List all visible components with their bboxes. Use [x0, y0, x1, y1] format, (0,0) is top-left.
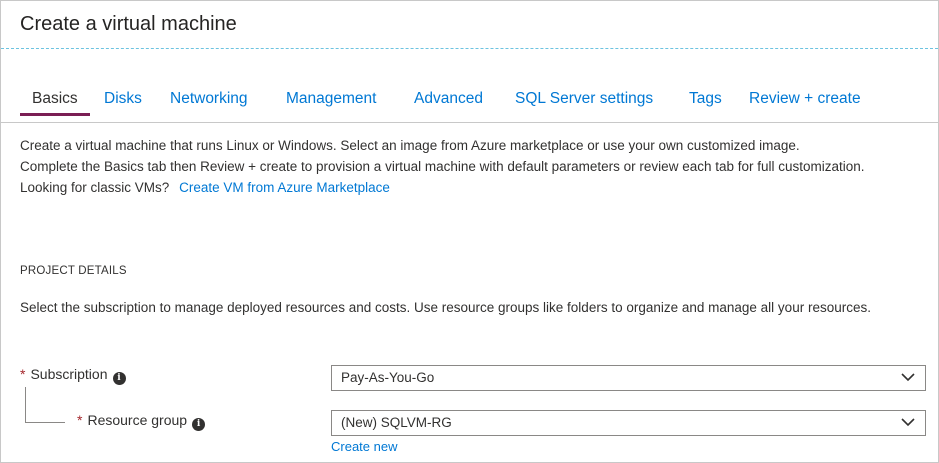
- classic-vm-prompt: Looking for classic VMs?: [20, 180, 170, 195]
- tab-tags[interactable]: Tags: [677, 88, 734, 116]
- tab-divider: [1, 122, 938, 123]
- resource-group-dropdown[interactable]: (New) SQLVM-RG: [331, 410, 926, 436]
- tree-connector: [25, 387, 65, 423]
- tab-review-create[interactable]: Review + create: [737, 88, 873, 116]
- chevron-down-icon: [901, 418, 915, 427]
- tab-sql-server-settings[interactable]: SQL Server settings: [503, 88, 665, 116]
- info-icon[interactable]: i: [112, 372, 126, 385]
- subscription-value: Pay-As-You-Go: [341, 370, 435, 385]
- create-vm-blade: Create a virtual machine Basics Disks Ne…: [0, 0, 939, 463]
- project-details-heading: PROJECT DETAILS: [20, 265, 127, 277]
- tab-disks[interactable]: Disks: [92, 88, 154, 116]
- page-title: Create a virtual machine: [20, 13, 237, 35]
- create-vm-marketplace-link[interactable]: Create VM from Azure Marketplace: [179, 180, 390, 195]
- tab-management[interactable]: Management: [274, 88, 388, 116]
- tab-basics[interactable]: Basics: [20, 88, 90, 116]
- tab-advanced[interactable]: Advanced: [402, 88, 495, 116]
- intro-text: Create a virtual machine that runs Linux…: [20, 135, 925, 198]
- tab-networking[interactable]: Networking: [158, 88, 260, 116]
- resource-group-label: Resource group: [87, 412, 188, 428]
- info-icon[interactable]: i: [192, 418, 206, 431]
- subscription-dropdown[interactable]: Pay-As-You-Go: [331, 365, 926, 391]
- subscription-label-row: * Subscription i: [20, 366, 126, 385]
- required-marker: *: [77, 412, 83, 428]
- intro-line-2: Complete the Basics tab then Review + cr…: [20, 159, 865, 174]
- project-details-description: Select the subscription to manage deploy…: [20, 300, 871, 315]
- resource-group-label-row: * Resource group i: [77, 412, 206, 431]
- intro-line-1: Create a virtual machine that runs Linux…: [20, 138, 800, 153]
- create-new-resource-group-link[interactable]: Create new: [331, 439, 397, 454]
- resource-group-value: (New) SQLVM-RG: [341, 415, 452, 430]
- classic-vm-row: Looking for classic VMs? Create VM from …: [20, 177, 925, 198]
- subscription-label: Subscription: [30, 366, 108, 382]
- chevron-down-icon: [901, 373, 915, 382]
- required-marker: *: [20, 366, 26, 382]
- blade-header: Create a virtual machine: [1, 1, 938, 49]
